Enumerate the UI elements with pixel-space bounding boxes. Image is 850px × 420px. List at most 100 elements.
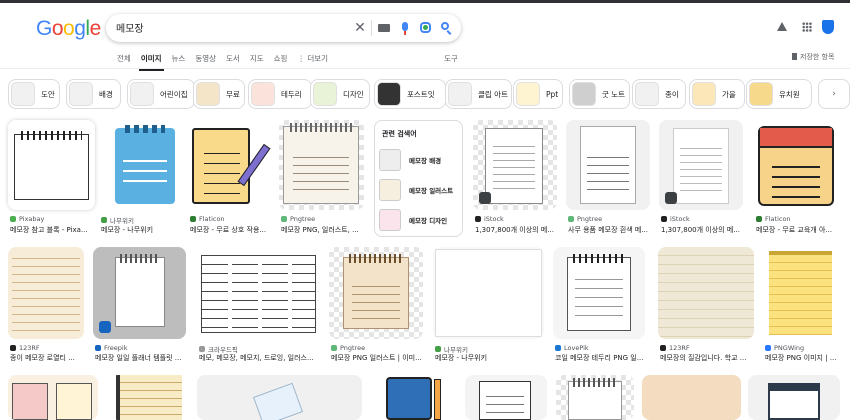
result-source[interactable]: 나무위키 bbox=[101, 215, 134, 225]
chip-12[interactable]: 유치원 bbox=[746, 79, 812, 109]
chip-10[interactable]: 종이 bbox=[632, 79, 686, 109]
result-title[interactable]: 1,307,800개 이상의 메... bbox=[661, 225, 749, 235]
result-title[interactable]: 종이 메모장 로열티 ... bbox=[10, 353, 90, 363]
result-source[interactable]: Pixabay bbox=[10, 215, 44, 223]
tab-maps[interactable]: 지도 bbox=[250, 53, 264, 64]
keyboard-icon[interactable] bbox=[377, 20, 391, 36]
chip-3[interactable]: 무료 bbox=[193, 79, 245, 109]
image-result[interactable] bbox=[8, 120, 95, 210]
image-result[interactable] bbox=[763, 247, 838, 339]
result-title[interactable]: 메모장의 질감입니다. 학교 ... bbox=[660, 353, 756, 363]
image-result[interactable] bbox=[553, 247, 645, 339]
result-title[interactable]: 1,307,800개 이상의 메... bbox=[475, 225, 563, 235]
image-result[interactable] bbox=[659, 120, 743, 210]
tab-all[interactable]: 전체 bbox=[117, 53, 131, 64]
search-input[interactable]: 메모장 bbox=[116, 20, 144, 35]
chip-9[interactable]: 굿 노트 bbox=[569, 79, 630, 109]
image-result[interactable] bbox=[566, 120, 650, 210]
image-result[interactable] bbox=[8, 247, 84, 339]
related-search-item[interactable]: 메모장 디자인 bbox=[379, 208, 459, 232]
image-result[interactable] bbox=[110, 375, 188, 420]
result-source[interactable]: iStock bbox=[661, 215, 690, 223]
image-result[interactable] bbox=[372, 375, 455, 420]
result-title[interactable]: 메모장 - 무료 상호 작용... bbox=[190, 225, 274, 235]
labs-flask-icon[interactable] bbox=[777, 22, 787, 31]
result-source[interactable]: 123RF bbox=[660, 344, 690, 352]
clear-icon[interactable]: ✕ bbox=[353, 20, 367, 36]
image-result[interactable] bbox=[197, 375, 362, 420]
image-result[interactable] bbox=[642, 375, 741, 420]
related-search-item[interactable]: 메모장 일러스트 bbox=[379, 178, 459, 202]
tab-books[interactable]: 도서 bbox=[226, 53, 240, 64]
google-logo[interactable]: Google bbox=[36, 17, 101, 41]
result-source[interactable]: Freepik bbox=[95, 344, 128, 352]
search-icon[interactable] bbox=[439, 20, 453, 36]
notepad-image bbox=[343, 254, 409, 329]
result-source[interactable]: LovePik bbox=[555, 344, 589, 352]
image-result[interactable] bbox=[93, 247, 186, 339]
chip-5[interactable]: 디자인 bbox=[310, 79, 370, 109]
result-source[interactable]: Pngtree bbox=[281, 215, 315, 223]
tab-shopping[interactable]: 쇼핑 bbox=[274, 53, 288, 64]
result-title[interactable]: 메모, 메모장, 메모지, 드로잉, 일러스... bbox=[199, 353, 324, 363]
camera-icon bbox=[665, 192, 677, 204]
result-title[interactable]: 메모장 PNG 이미지 | ... bbox=[765, 353, 847, 363]
chip-8[interactable]: Ppt bbox=[513, 79, 563, 109]
image-result[interactable] bbox=[197, 247, 320, 339]
result-title[interactable]: 메모장 일일 플래너 템플릿 ... bbox=[95, 353, 191, 363]
chip-2[interactable]: 어린이집 bbox=[127, 79, 195, 109]
image-result[interactable] bbox=[279, 120, 364, 210]
result-source[interactable]: Pngtree bbox=[568, 215, 602, 223]
result-title[interactable]: 메모장 PNG, 일러스트, ... bbox=[281, 225, 369, 235]
image-result[interactable] bbox=[8, 375, 98, 420]
chip-scroll-right[interactable]: › bbox=[818, 79, 850, 109]
result-source[interactable]: Flaticon bbox=[190, 215, 225, 223]
result-source[interactable]: Flaticon bbox=[756, 215, 791, 223]
result-title[interactable]: 사무 용품 메모장 흰색 메... bbox=[568, 225, 656, 235]
result-title[interactable]: 메모장 - 무료 교육개 아... bbox=[756, 225, 842, 235]
search-box[interactable]: 메모장 ✕ bbox=[106, 14, 461, 42]
apps-grid-icon[interactable] bbox=[802, 22, 812, 32]
result-source[interactable]: iStock bbox=[475, 215, 504, 223]
result-title[interactable]: 메모장 PNG 일러스트 | 이미... bbox=[331, 353, 427, 363]
result-source[interactable]: 123RF bbox=[10, 344, 40, 352]
image-result[interactable] bbox=[465, 375, 547, 420]
image-result[interactable] bbox=[658, 247, 754, 339]
saved-items-link[interactable]: 저장한 항목 bbox=[792, 52, 834, 62]
image-result[interactable] bbox=[188, 120, 271, 210]
tab-images[interactable]: 이미지 bbox=[138, 53, 164, 71]
chip-4[interactable]: 테두리 bbox=[248, 79, 312, 109]
image-result[interactable] bbox=[473, 120, 557, 210]
related-thumbnail bbox=[379, 179, 401, 201]
result-title[interactable]: 코일 메모장 테두리 PNG 일... bbox=[555, 353, 651, 363]
result-source[interactable]: Pngtree bbox=[331, 344, 365, 352]
tab-news[interactable]: 뉴스 bbox=[172, 53, 186, 64]
result-title[interactable]: 메모장 참고 블록 - Pixa... bbox=[10, 225, 95, 235]
chip-11[interactable]: 가을 bbox=[689, 79, 745, 109]
image-result[interactable] bbox=[556, 375, 634, 420]
chip-0[interactable]: 도안 bbox=[8, 79, 60, 109]
tab-more[interactable]: ⋮ 더보기 bbox=[297, 53, 328, 64]
tools-button[interactable]: 도구 bbox=[444, 53, 458, 64]
result-title[interactable]: 메모장 - 나무위키 bbox=[435, 353, 545, 363]
related-search-item[interactable]: 메모장 배경 bbox=[379, 148, 459, 172]
chip-7[interactable]: 클립 아트 bbox=[445, 79, 512, 109]
result-source[interactable]: PNGWing bbox=[765, 344, 804, 352]
favicon bbox=[765, 345, 771, 351]
chip-6[interactable]: 포스트잇 bbox=[374, 79, 446, 109]
chip-1[interactable]: 배경 bbox=[66, 79, 121, 109]
image-result[interactable] bbox=[754, 120, 838, 210]
result-title[interactable]: 메모장 - 나무위키 bbox=[101, 225, 186, 235]
pencil-image bbox=[434, 379, 441, 420]
account-avatar-icon[interactable] bbox=[822, 20, 834, 34]
lens-icon[interactable] bbox=[418, 20, 432, 36]
microphone-icon[interactable] bbox=[398, 20, 412, 36]
favicon bbox=[95, 345, 101, 351]
image-result[interactable] bbox=[99, 120, 184, 210]
image-result[interactable] bbox=[433, 247, 544, 339]
image-result[interactable] bbox=[329, 247, 423, 339]
tab-videos[interactable]: 동영상 bbox=[195, 53, 216, 64]
notepad-image bbox=[12, 251, 80, 335]
related-searches-card: 관련 검색어 메모장 배경 메모장 일러스트 메모장 디자인 bbox=[374, 120, 463, 237]
image-result[interactable] bbox=[748, 375, 840, 420]
